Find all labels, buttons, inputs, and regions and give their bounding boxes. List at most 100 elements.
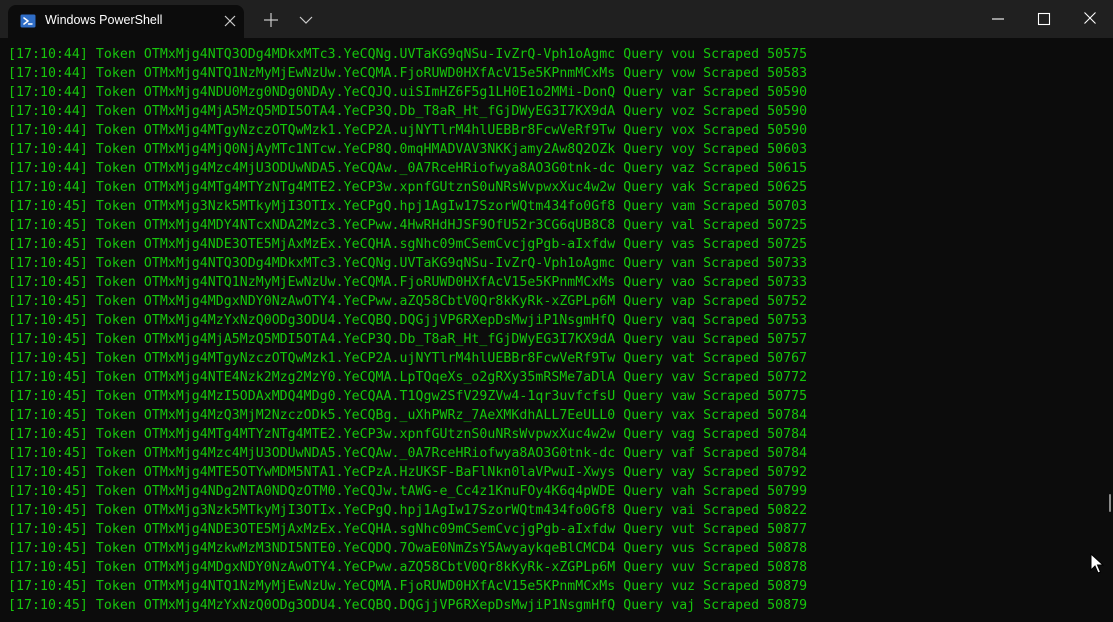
log-line: [17:10:45] Token OTMxMjg4NTQ1NzMyMjEwNzU… [8,577,807,596]
log-query: vus [671,541,696,556]
log-query: vaf [671,446,696,461]
log-scraped-label: Scraped [703,522,760,537]
close-window-icon[interactable] [1081,9,1099,27]
log-query: val [671,218,696,233]
log-scraped-label: Scraped [703,199,760,214]
log-time: [17:10:44] [8,161,88,176]
log-token: OTMxMjg3Nzk5MTkyMjI3OTIx.YeCPgQ.hpj1AgIw… [143,199,616,214]
log-token: OTMxMjg4NDE3OTE5MjAxMzEx.YeCQHA.sgNhc09m… [143,522,616,537]
log-query: vap [671,294,696,309]
log-token-label: Token [95,218,136,233]
log-scraped: 50878 [767,560,808,575]
log-query-label: Query [623,389,664,404]
log-query: vak [671,180,696,195]
log-token: OTMxMjg4NTQ1NzMyMjEwNzUw.YeCQMA.FjoRUWD0… [143,66,616,81]
log-query: vax [671,408,696,423]
minimize-icon[interactable] [989,11,1007,27]
log-query: voz [671,104,696,119]
log-line: [17:10:44] Token OTMxMjg4NTQ3ODg4MDkxMTc… [8,45,807,64]
log-scraped-label: Scraped [703,142,760,157]
log-query-label: Query [623,465,664,480]
chevron-down-icon[interactable] [298,13,314,27]
log-query-label: Query [623,427,664,442]
log-scraped-label: Scraped [703,408,760,423]
new-tab-plus-icon[interactable] [262,11,280,29]
log-token-label: Token [95,161,136,176]
log-scraped-label: Scraped [703,389,760,404]
log-query: vav [671,370,696,385]
log-query-label: Query [623,294,664,309]
log-query: vaw [671,389,696,404]
log-token-label: Token [95,351,136,366]
log-query-label: Query [623,275,664,290]
log-line: [17:10:45] Token OTMxMjg4MDgxNDY0NzAwOTY… [8,292,807,311]
log-time: [17:10:45] [8,503,88,518]
log-scraped-label: Scraped [703,237,760,252]
close-tab-icon[interactable] [222,13,238,29]
log-line: [17:10:45] Token OTMxMjg4MzYxNzQ0ODg3ODU… [8,596,807,615]
log-token: OTMxMjg4NTQ1NzMyMjEwNzUw.YeCQMA.FjoRUWD0… [143,579,616,594]
log-query-label: Query [623,218,664,233]
log-scraped: 50753 [767,313,808,328]
log-scraped-label: Scraped [703,446,760,461]
title-bar[interactable]: Windows PowerShell [0,0,1113,38]
log-query: vou [671,47,696,62]
log-token-label: Token [95,85,136,100]
log-time: [17:10:45] [8,313,88,328]
log-query: vau [671,332,696,347]
log-query: vao [671,275,696,290]
log-scraped: 50733 [767,256,808,271]
log-token-label: Token [95,256,136,271]
log-query-label: Query [623,446,664,461]
log-line: [17:10:45] Token OTMxMjg4MDgxNDY0NzAwOTY… [8,558,807,577]
log-line: [17:10:45] Token OTMxMjg3Nzk5MTkyMjI3OTI… [8,197,807,216]
log-scraped-label: Scraped [703,161,760,176]
log-query: vam [671,199,696,214]
log-line: [17:10:45] Token OTMxMjg4NTQ3ODg4MDkxMTc… [8,254,807,273]
log-scraped-label: Scraped [703,104,760,119]
log-time: [17:10:45] [8,351,88,366]
log-token-label: Token [95,66,136,81]
log-scraped-label: Scraped [703,47,760,62]
scrollbar-thumb[interactable] [1109,494,1111,512]
log-scraped-label: Scraped [703,180,760,195]
log-query: vas [671,237,696,252]
log-query: vah [671,484,696,499]
log-token-label: Token [95,142,136,157]
log-scraped-label: Scraped [703,275,760,290]
log-line: [17:10:45] Token OTMxMjg4MzYxNzQ0ODg3ODU… [8,311,807,330]
log-token: OTMxMjg4MzYxNzQ0ODg3ODU4.YeCQBQ.DQGjjVP6… [143,598,616,613]
log-line: [17:10:44] Token OTMxMjg4NDU0Mzg0NDg0NDA… [8,83,807,102]
log-token-label: Token [95,104,136,119]
log-scraped: 50590 [767,85,808,100]
log-token-label: Token [95,199,136,214]
log-time: [17:10:45] [8,560,88,575]
log-scraped-label: Scraped [703,313,760,328]
log-query: van [671,256,696,271]
log-scraped: 50784 [767,427,808,442]
log-query-label: Query [623,560,664,575]
log-token: OTMxMjg4MjA5MzQ5MDI5OTA4.YeCP3Q.Db_T8aR_… [143,104,616,119]
scrollbar[interactable] [1106,38,1113,622]
log-time: [17:10:44] [8,66,88,81]
log-query-label: Query [623,332,664,347]
log-query: vow [671,66,696,81]
log-query-label: Query [623,541,664,556]
log-line: [17:10:45] Token OTMxMjg4NTE4Nzk2Mzg2MzY… [8,368,807,387]
log-scraped: 50583 [767,66,808,81]
maximize-icon[interactable] [1035,10,1053,28]
log-scraped: 50879 [767,598,808,613]
log-query: vut [671,522,696,537]
log-token-label: Token [95,541,136,556]
log-time: [17:10:45] [8,199,88,214]
log-query-label: Query [623,85,664,100]
log-token-label: Token [95,598,136,613]
log-line: [17:10:45] Token OTMxMjg4MzkwMzM3NDI5NTE… [8,539,807,558]
log-query: vaj [671,598,696,613]
log-line: [17:10:45] Token OTMxMjg4NTQ1NzMyMjEwNzU… [8,273,807,292]
log-scraped: 50775 [767,389,808,404]
log-token-label: Token [95,237,136,252]
log-scraped-label: Scraped [703,123,760,138]
terminal-output[interactable]: [17:10:44] Token OTMxMjg4NTQ3ODg4MDkxMTc… [0,38,1106,622]
tab-windows-powershell[interactable]: Windows PowerShell [8,5,244,38]
